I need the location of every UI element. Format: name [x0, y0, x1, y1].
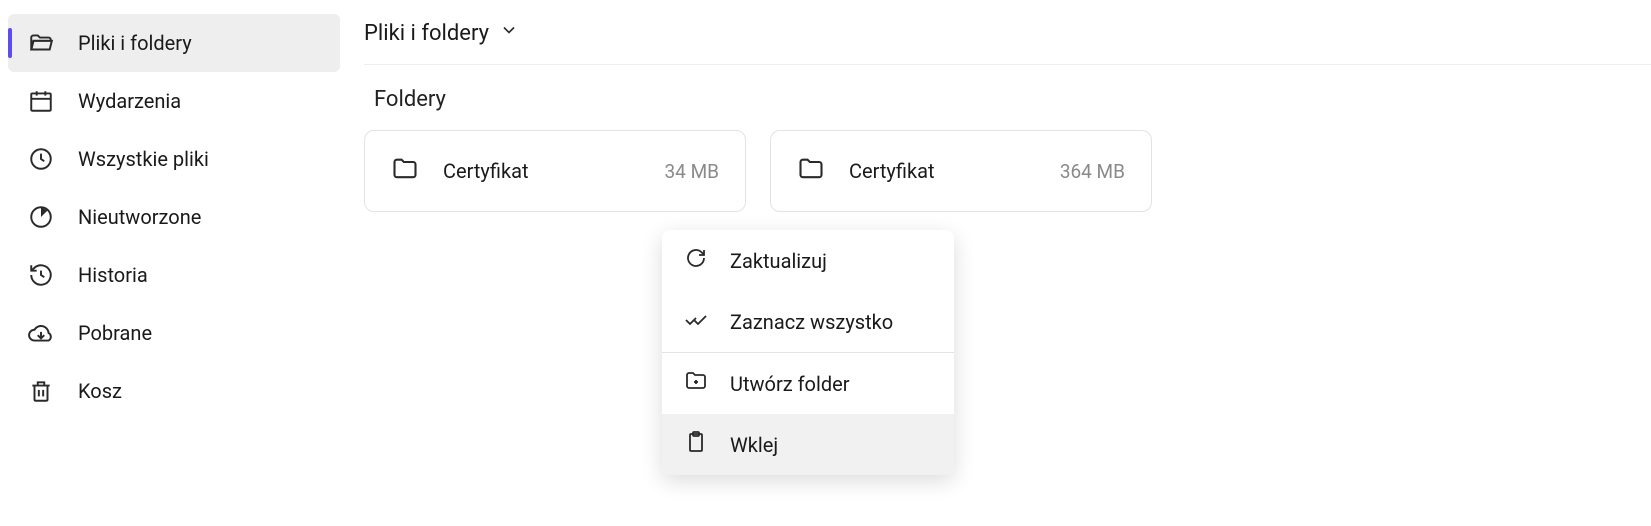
context-item-label: Utwórz folder — [730, 372, 850, 396]
folder-name: Certyfikat — [849, 159, 1036, 183]
sidebar-item-history[interactable]: Historia — [8, 246, 340, 304]
context-item-label: Zaktualizuj — [730, 249, 827, 273]
folder-icon — [391, 155, 419, 187]
history-icon — [28, 262, 54, 288]
sidebar-item-files-folders[interactable]: Pliki i foldery — [8, 14, 340, 72]
context-paste[interactable]: Wklej — [662, 414, 954, 475]
folder-size: 34 MB — [665, 160, 720, 183]
sidebar-item-label: Nieutworzone — [78, 205, 201, 229]
breadcrumb[interactable]: Pliki i foldery — [364, 14, 1651, 65]
context-item-label: Wklej — [730, 433, 778, 457]
sidebar-item-label: Pobrane — [78, 321, 152, 345]
breadcrumb-label: Pliki i foldery — [364, 21, 489, 46]
sidebar-item-uncreated[interactable]: Nieutworzone — [8, 188, 340, 246]
context-select-all[interactable]: Zaznacz wszystko — [662, 291, 954, 352]
sidebar-item-label: Pliki i foldery — [78, 31, 192, 55]
trash-icon — [28, 378, 54, 404]
sidebar-item-label: Wydarzenia — [78, 89, 181, 113]
sidebar-item-label: Kosz — [78, 379, 122, 403]
folder-size: 364 MB — [1060, 160, 1125, 183]
folder-open-icon — [28, 30, 54, 56]
chevron-down-icon — [499, 20, 519, 46]
pie-icon — [28, 204, 54, 230]
cloud-download-icon — [28, 320, 54, 346]
context-item-label: Zaznacz wszystko — [730, 310, 893, 334]
clipboard-icon — [684, 430, 708, 459]
folder-icon — [797, 155, 825, 187]
refresh-icon — [684, 246, 708, 275]
sidebar-item-all-files[interactable]: Wszystkie pliki — [8, 130, 340, 188]
sidebar-item-trash[interactable]: Kosz — [8, 362, 340, 420]
folder-card[interactable]: Certyfikat 34 MB — [364, 130, 746, 212]
sidebar: Pliki i foldery Wydarzenia Wszystkie pli… — [0, 0, 348, 526]
calendar-icon — [28, 88, 54, 114]
folder-plus-icon — [684, 369, 708, 398]
folder-name: Certyfikat — [443, 159, 641, 183]
sidebar-item-label: Historia — [78, 263, 148, 287]
context-menu: Zaktualizuj Zaznacz wszystko Utwórz fold… — [662, 230, 954, 475]
check-all-icon — [684, 307, 708, 336]
context-refresh[interactable]: Zaktualizuj — [662, 230, 954, 291]
section-title: Foldery — [374, 87, 1651, 112]
folders-grid: Certyfikat 34 MB Certyfikat 364 MB — [364, 130, 1651, 212]
context-create-folder[interactable]: Utwórz folder — [662, 353, 954, 414]
sidebar-item-label: Wszystkie pliki — [78, 147, 209, 171]
sidebar-item-events[interactable]: Wydarzenia — [8, 72, 340, 130]
folder-card[interactable]: Certyfikat 364 MB — [770, 130, 1152, 212]
main-panel: Pliki i foldery Foldery Certyfikat 34 MB… — [348, 0, 1651, 526]
sidebar-item-downloads[interactable]: Pobrane — [8, 304, 340, 362]
clock-icon — [28, 146, 54, 172]
